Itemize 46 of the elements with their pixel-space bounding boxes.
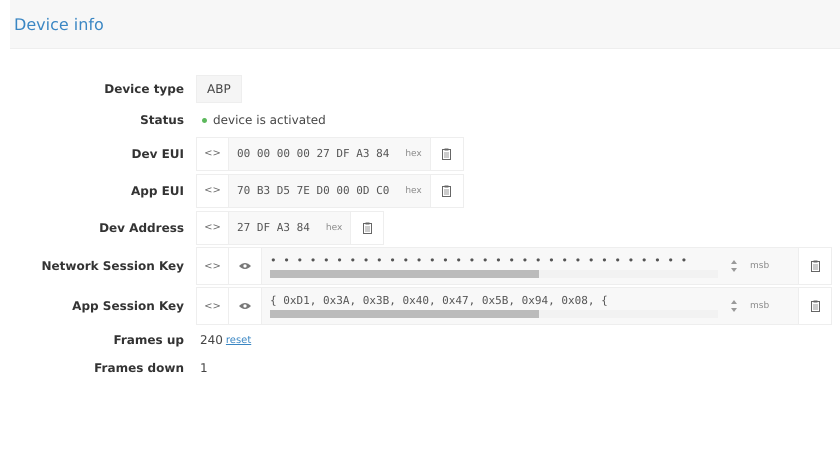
format-toggle-button[interactable]: <> — [197, 174, 229, 206]
format-toggle-button[interactable]: <> — [197, 248, 229, 284]
key-field[interactable]: <> • • • • • • • • • • • • • • • • • • • • • • • • • • • • • • • • msb — [196, 247, 832, 285]
key-field[interactable]: <> 70 B3 D5 7E D0 00 0D C0 hex — [196, 174, 464, 208]
format-toggle-button[interactable]: <> — [197, 288, 229, 324]
key-value: • • • • • • • • • • • • • • • • • • • • • • • • • • • • • • • • — [270, 254, 688, 268]
clipboard-icon[interactable] — [362, 222, 372, 234]
frame-count: 240 — [200, 333, 223, 347]
clipboard-icon[interactable] — [810, 300, 820, 312]
eye-icon[interactable] — [239, 262, 251, 270]
clipboard-icon[interactable] — [442, 148, 452, 160]
field-label: Device type — [103, 82, 185, 96]
byte-order-tag[interactable]: msb — [742, 288, 798, 324]
device-type-value: ABP — [196, 75, 242, 103]
key-field[interactable]: <> 27 DF A3 84 hex — [196, 210, 384, 244]
eye-icon[interactable] — [239, 302, 251, 310]
field-label: Dev EUI — [130, 146, 185, 160]
clipboard-icon[interactable] — [442, 184, 452, 196]
field-label: Frames up — [112, 333, 185, 347]
field-label: Status — [139, 113, 185, 127]
status-text: device is activated — [213, 113, 326, 127]
field-label: App Session Key — [71, 299, 185, 313]
reset-link[interactable]: reset — [226, 334, 252, 346]
field-label: Network Session Key — [40, 259, 185, 273]
key-field[interactable]: <> 00 00 00 00 27 DF A3 84 hex — [196, 136, 464, 170]
key-value: { 0xD1, 0x3A, 0x3B, 0x40, 0x47, 0x5B, 0x94, 0x08, { — [270, 294, 608, 308]
spinner-icon[interactable] — [730, 299, 738, 313]
format-toggle-button[interactable]: <> — [197, 212, 229, 244]
field-label: Dev Address — [98, 220, 185, 234]
spinner-icon[interactable] — [730, 259, 738, 273]
byte-order-tag[interactable]: hex — [397, 138, 430, 170]
format-toggle-button[interactable]: <> — [197, 138, 229, 170]
clipboard-icon[interactable] — [810, 260, 820, 272]
scrollbar[interactable] — [270, 270, 718, 278]
byte-order-tag[interactable]: msb — [742, 248, 798, 284]
field-label: Frames down — [93, 361, 185, 375]
byte-order-tag[interactable]: hex — [397, 174, 430, 206]
page-title: Device info — [14, 14, 104, 34]
scrollbar[interactable] — [270, 310, 718, 318]
field-label: App EUI — [130, 184, 185, 198]
frame-count: 1 — [200, 361, 208, 375]
key-field[interactable]: <> { 0xD1, 0x3A, 0x3B, 0x40, 0x47, 0x5B, 0x94, 0x08, { msb — [196, 287, 832, 325]
key-value: 27 DF A3 84 — [237, 220, 310, 234]
byte-order-tag[interactable]: hex — [318, 212, 350, 244]
key-value: 70 B3 D5 7E D0 00 0D C0 — [237, 184, 390, 198]
key-value: 00 00 00 00 27 DF A3 84 — [237, 146, 390, 160]
